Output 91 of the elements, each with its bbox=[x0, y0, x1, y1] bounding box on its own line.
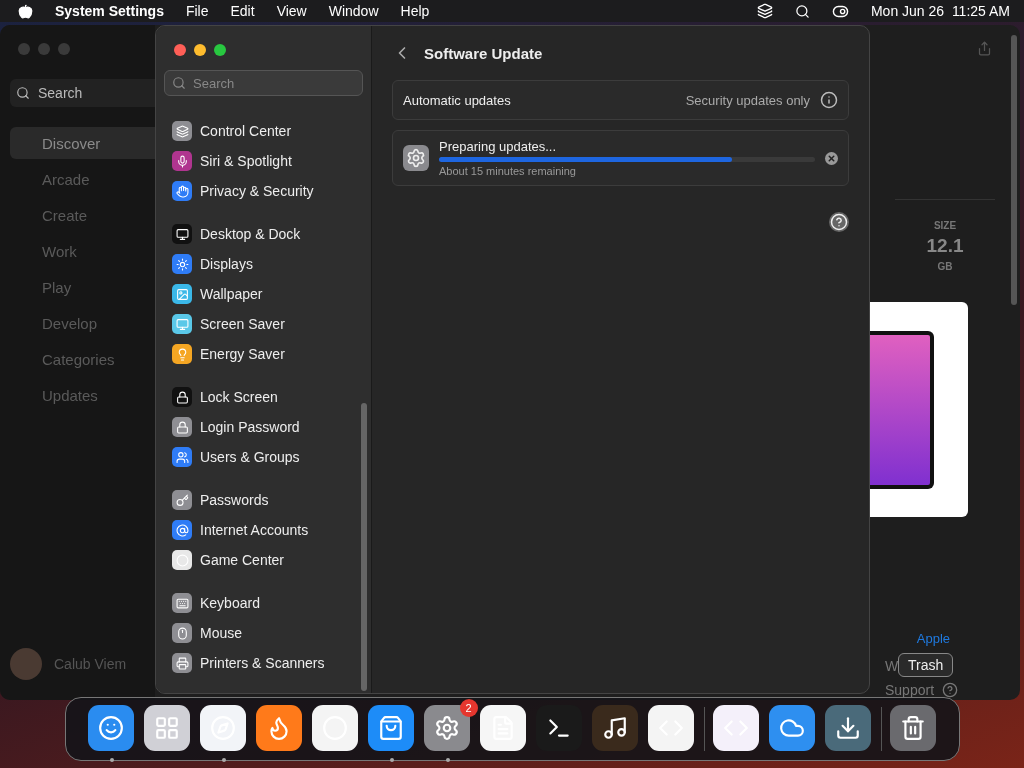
sidebar-label: Internet Accounts bbox=[200, 522, 309, 538]
sidebar-item[interactable]: Desktop & Dock bbox=[172, 219, 363, 249]
user-name: Calub Viem bbox=[54, 656, 127, 672]
sidebar-item[interactable]: Keyboard bbox=[172, 588, 363, 618]
sidebar-label: Siri & Spotlight bbox=[200, 153, 292, 169]
grid-icon[interactable] bbox=[143, 705, 190, 751]
sidebar-label: Privacy & Security bbox=[200, 183, 314, 199]
support-link[interactable]: Support bbox=[885, 682, 935, 698]
notification-badge: 2 bbox=[459, 699, 478, 717]
sidebar-item[interactable]: Game Center bbox=[172, 545, 363, 575]
flame-icon[interactable] bbox=[255, 705, 302, 751]
cloud-icon[interactable] bbox=[768, 705, 815, 751]
time-remaining: About 15 minutes remaining bbox=[439, 165, 577, 177]
apple-link[interactable]: Apple bbox=[916, 631, 950, 646]
windows-icon[interactable] bbox=[756, 3, 773, 19]
bag-icon[interactable] bbox=[367, 705, 414, 751]
menu-item[interactable]: View bbox=[276, 3, 307, 19]
cancel-button[interactable] bbox=[825, 151, 838, 165]
info-button[interactable] bbox=[820, 91, 838, 109]
page-title: Software Update bbox=[424, 44, 543, 62]
sidebar-label: Displays bbox=[200, 256, 253, 272]
scrollbar[interactable] bbox=[1011, 35, 1017, 305]
face-icon[interactable] bbox=[87, 705, 134, 751]
search-icon[interactable] bbox=[794, 3, 810, 19]
download-icon[interactable] bbox=[824, 705, 871, 751]
row-value: Security updates only bbox=[685, 92, 810, 108]
row-label: Automatic updates bbox=[403, 92, 512, 108]
code-icon[interactable] bbox=[647, 705, 694, 751]
sidebar-label: Login Password bbox=[200, 419, 300, 435]
size-unit: GB bbox=[937, 261, 953, 272]
close-button[interactable] bbox=[174, 44, 186, 56]
sidebar-item[interactable]: Lock Screen bbox=[172, 382, 363, 412]
sidebar-item[interactable]: Internet Accounts bbox=[172, 515, 363, 545]
size-value: 12.1 bbox=[926, 235, 964, 257]
menu-item[interactable]: File bbox=[185, 3, 209, 19]
sidebar-item[interactable]: Siri & Spotlight bbox=[172, 146, 363, 176]
search-placeholder: Search bbox=[38, 85, 83, 101]
size-label: SIZE bbox=[933, 220, 957, 231]
sidebar-label: Wallpaper bbox=[200, 286, 263, 302]
sidebar-item[interactable]: Wallpaper bbox=[172, 279, 363, 309]
sidebar-label: Energy Saver bbox=[200, 346, 285, 362]
music-icon[interactable] bbox=[591, 705, 638, 751]
search-field[interactable]: Search bbox=[10, 79, 155, 107]
help-icon bbox=[830, 213, 848, 231]
compass-icon[interactable] bbox=[199, 705, 246, 751]
sidebar-item[interactable]: Energy Saver bbox=[172, 339, 363, 369]
sidebar-item[interactable]: Displays bbox=[172, 249, 363, 279]
sidebar-item[interactable]: Passwords bbox=[172, 485, 363, 515]
apple-icon[interactable] bbox=[18, 3, 33, 19]
zoom-button[interactable] bbox=[214, 44, 226, 56]
code-icon[interactable] bbox=[712, 705, 759, 751]
trash-icon[interactable] bbox=[889, 705, 936, 751]
sidebar-label: Control Center bbox=[200, 123, 292, 139]
sidebar-item[interactable]: Users & Groups bbox=[172, 442, 363, 472]
menu-item[interactable]: Edit bbox=[230, 3, 255, 19]
sidebar-item[interactable]: Privacy & Security bbox=[172, 176, 363, 206]
sidebar-item[interactable]: Login Password bbox=[172, 412, 363, 442]
update-title: Preparing updates... bbox=[439, 139, 558, 154]
gear-icon[interactable] bbox=[423, 705, 470, 751]
menu-item[interactable]: Help bbox=[400, 3, 430, 19]
help-icon[interactable] bbox=[942, 682, 959, 698]
gear-icon bbox=[403, 145, 429, 171]
sidebar-label: Screen Saver bbox=[200, 316, 285, 332]
tooltip: Trash bbox=[898, 653, 954, 677]
terminal-icon[interactable] bbox=[535, 705, 582, 751]
sidebar-item[interactable]: Mouse bbox=[172, 618, 363, 648]
minimize-button[interactable] bbox=[194, 44, 206, 56]
sidebar-label: Mouse bbox=[200, 625, 243, 641]
search-icon bbox=[172, 76, 186, 90]
sidebar-item[interactable]: Screen Saver bbox=[172, 309, 363, 339]
sidebar-label: Printers & Scanners bbox=[200, 655, 325, 671]
footer-text: W bbox=[885, 658, 899, 674]
clock: Mon Jun 26 11:25 AM bbox=[870, 3, 1010, 19]
nav-item[interactable]: Discover bbox=[10, 127, 155, 159]
sidebar-label: Passwords bbox=[200, 492, 269, 508]
info-icon bbox=[820, 91, 838, 109]
search-field[interactable]: Search bbox=[164, 70, 363, 96]
menu-item[interactable]: Window bbox=[328, 3, 379, 19]
notepad-icon[interactable] bbox=[479, 705, 526, 751]
sidebar-item[interactable]: Printers & Scanners bbox=[172, 648, 363, 678]
sidebar-item[interactable]: Control Center bbox=[172, 116, 363, 146]
app-menu[interactable]: System Settings bbox=[55, 3, 164, 19]
help-button[interactable] bbox=[829, 212, 849, 232]
sidebar-label: Lock Screen bbox=[200, 389, 278, 405]
search-icon bbox=[16, 86, 30, 100]
scrollbar[interactable] bbox=[361, 403, 367, 691]
sidebar-label: Users & Groups bbox=[200, 449, 300, 465]
sidebar-label: Desktop & Dock bbox=[200, 226, 301, 242]
close-icon bbox=[827, 153, 836, 163]
sidebar-label: Game Center bbox=[200, 552, 285, 568]
sidebar-label: Keyboard bbox=[200, 595, 260, 611]
